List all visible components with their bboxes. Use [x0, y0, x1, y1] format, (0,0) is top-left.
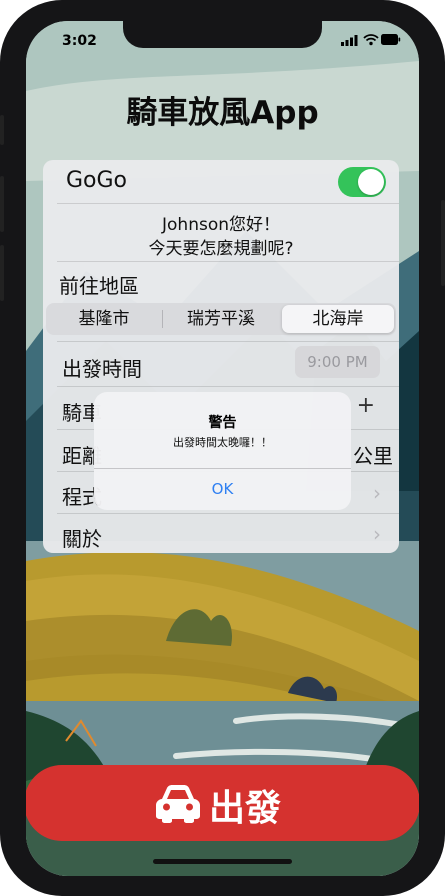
- phone-frame: 3:02 騎車放風App GoGo Johnson您好！ 今天要怎麼規劃呢? 前…: [0, 0, 445, 896]
- screen: 3:02 騎車放風App GoGo Johnson您好！ 今天要怎麼規劃呢? 前…: [26, 21, 419, 876]
- alert-title: 警告: [208, 415, 237, 431]
- distance-unit: 公里: [353, 444, 393, 468]
- segment-ruifang-pingxi[interactable]: 瑞芳平溪: [164, 305, 278, 333]
- segment-keelung[interactable]: 基隆市: [48, 305, 160, 333]
- battery-icon: [381, 34, 401, 45]
- wifi-icon: [363, 34, 379, 46]
- volume-up-button: [0, 176, 4, 232]
- car-icon: [156, 785, 200, 823]
- greeting-line-1: Johnson您好！: [162, 215, 280, 235]
- segment-north-coast[interactable]: 北海岸: [282, 305, 394, 333]
- app-title: 騎車放風App: [126, 95, 319, 131]
- destination-row: 前往地區: [57, 261, 399, 302]
- toggle-knob: [358, 169, 384, 195]
- status-time: 3:02: [62, 33, 97, 49]
- gogo-label: GoGo: [66, 168, 128, 193]
- destination-segmented-control: 基隆市 瑞芳平溪 北海岸: [46, 303, 396, 335]
- warning-alert: 警告 出發時間太晚囉！！ OK: [94, 392, 351, 510]
- volume-down-button: [0, 245, 4, 301]
- departure-time-picker[interactable]: 9:00 PM: [295, 346, 380, 378]
- greeting-row: Johnson您好！ 今天要怎麼規劃呢?: [57, 203, 399, 261]
- about-label: 關於: [62, 527, 102, 551]
- alert-message: 出發時間太晚囉！！: [173, 436, 272, 449]
- segment-divider: [162, 310, 163, 328]
- go-button[interactable]: 出發: [26, 765, 419, 841]
- alert-ok-button[interactable]: OK: [94, 469, 351, 510]
- about-row[interactable]: 關於 ›: [57, 513, 399, 553]
- home-indicator[interactable]: [153, 859, 292, 864]
- mute-switch: [0, 115, 4, 145]
- stepper-plus-button[interactable]: +: [357, 393, 375, 418]
- gogo-toggle[interactable]: [338, 167, 386, 197]
- power-button: [441, 200, 445, 286]
- go-button-label: 出發: [209, 788, 282, 829]
- greeting-line-2: 今天要怎麼規劃呢?: [148, 239, 294, 259]
- signal-icon: [341, 35, 358, 46]
- chevron-right-icon: ›: [373, 481, 381, 505]
- status-icons: [341, 34, 401, 46]
- destination-label: 前往地區: [59, 274, 139, 298]
- departure-label: 出發時間: [62, 357, 142, 381]
- notch: [123, 21, 322, 48]
- chevron-right-icon: ›: [373, 522, 381, 546]
